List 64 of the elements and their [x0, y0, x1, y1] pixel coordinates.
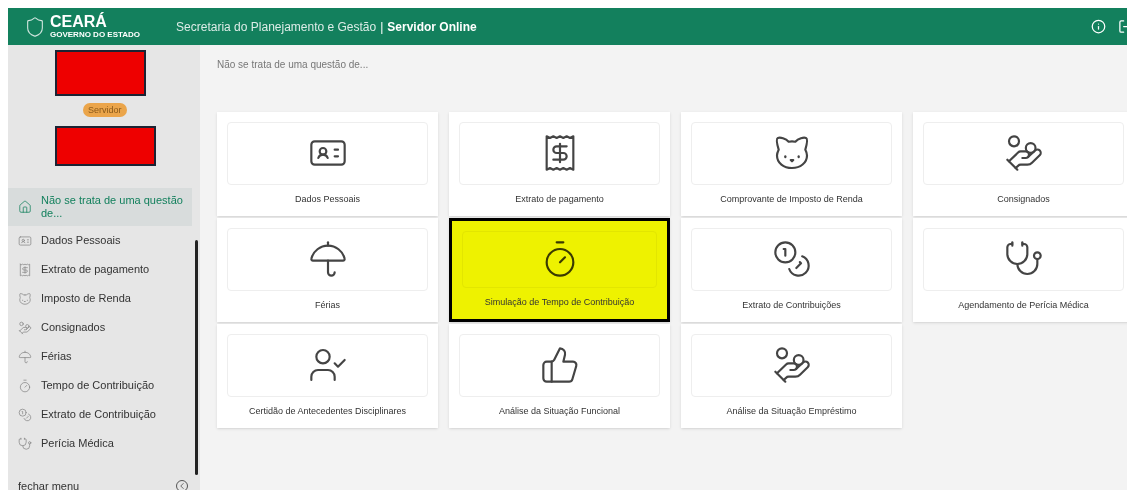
card-label: Extrato de pagamento: [515, 192, 604, 206]
umbrella-icon: [18, 349, 32, 364]
sidebar-item-label: Perícia Médica: [41, 437, 114, 450]
sidebar-item[interactable]: Não se trata de uma questão de...: [8, 188, 192, 226]
card-label: Certidão de Antecedentes Disciplinares: [248, 404, 407, 418]
home-icon: [18, 200, 32, 214]
hand-coin-icon: [18, 320, 32, 335]
sidebar-item-label: Extrato de pagamento: [41, 263, 150, 276]
card-label: Férias: [315, 298, 340, 312]
stethoscope-icon: [18, 436, 32, 451]
breadcrumb: Não se trata de uma questão de...: [217, 58, 370, 72]
department-name: Secretaria do Planejamento e Gestão: [176, 18, 377, 36]
logo-title: CEARÁ: [50, 14, 108, 30]
sidebar-item[interactable]: Consignados: [8, 313, 192, 342]
sidebar-item-label: Férias: [41, 350, 72, 363]
card-label: Agendamento de Perícia Médica: [958, 298, 1089, 312]
service-card[interactable]: Férias: [217, 218, 438, 322]
service-card[interactable]: Análise da Situação Empréstimo: [681, 324, 902, 428]
id-card-icon: [18, 233, 32, 248]
title-separator: |: [380, 18, 384, 36]
thumbs-up-icon: [539, 345, 580, 386]
sidebar-item-label: Consignados: [41, 321, 106, 334]
receipt-icon: [18, 262, 32, 277]
close-menu-link[interactable]: fechar menu: [18, 477, 80, 490]
card-label: Simulação de Tempo de Contribuição: [484, 295, 635, 309]
sidebar-item[interactable]: Tempo de Contribuição: [8, 371, 192, 400]
sidebar-item[interactable]: Férias: [8, 342, 192, 371]
sidebar-item-label: Não se trata de uma questão de...: [41, 194, 184, 220]
service-card[interactable]: Extrato de Contribuições: [681, 218, 902, 322]
sidebar-item-label: Tempo de Contribuição: [41, 379, 155, 392]
sidebar-item-label: Extrato de Contribuição: [41, 408, 156, 421]
crest-icon: [24, 15, 46, 38]
service-card[interactable]: Agendamento de Perícia Médica: [913, 218, 1127, 322]
service-card[interactable]: Extrato de pagamento: [449, 112, 670, 216]
card-label: Análise da Situação Empréstimo: [726, 404, 857, 418]
card-label: Extrato de Contribuições: [742, 298, 841, 312]
coins-icon: [18, 407, 32, 422]
info-icon[interactable]: [1091, 19, 1106, 34]
umbrella-icon: [307, 239, 348, 280]
sidebar-item[interactable]: Perícia Médica: [8, 429, 192, 458]
service-card[interactable]: Dados Pessoais: [217, 112, 438, 216]
sidebar-item[interactable]: Extrato de pagamento: [8, 255, 192, 284]
card-label: Dados Pessoais: [294, 192, 360, 206]
service-card[interactable]: Certidão de Antecedentes Disciplinares: [217, 324, 438, 428]
app-name: Servidor Online: [387, 18, 477, 36]
role-badge: Servidor: [83, 103, 127, 117]
service-card[interactable]: Comprovante de Imposto de Renda: [681, 112, 902, 216]
service-card[interactable]: Análise da Situação Funcional: [449, 324, 670, 428]
card-label: Comprovante de Imposto de Renda: [720, 192, 863, 206]
sidebar-item-label: Dados Pessoais: [41, 234, 121, 247]
card-label: Consignados: [997, 192, 1050, 206]
coins-icon: [771, 239, 812, 280]
hand-coin-icon: [771, 345, 812, 386]
sidebar-item-label: Imposto de Renda: [41, 292, 131, 305]
animal-face-icon: [18, 291, 32, 306]
sidebar-item[interactable]: Dados Pessoais: [8, 226, 192, 255]
card-label: Análise da Situação Funcional: [498, 404, 621, 418]
logo-subtitle: GOVERNO DO ESTADO: [50, 31, 141, 39]
service-card[interactable]: Consignados: [913, 112, 1127, 216]
service-card[interactable]: Simulação de Tempo de Contribuição: [449, 218, 670, 322]
hand-coin-icon: [1003, 133, 1044, 174]
timer-icon: [18, 378, 32, 393]
sidebar-item[interactable]: Extrato de Contribuição: [8, 400, 192, 429]
sidebar-item[interactable]: Imposto de Renda: [8, 284, 192, 313]
